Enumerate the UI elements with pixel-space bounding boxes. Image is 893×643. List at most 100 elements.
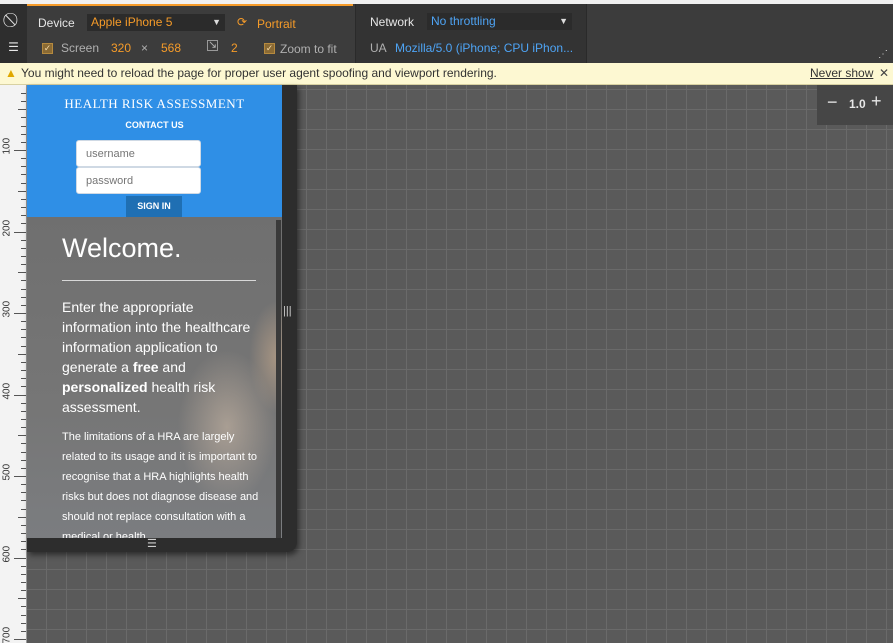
- screen-label: Screen: [61, 41, 100, 55]
- ruler-tick: [21, 573, 26, 575]
- page-header: HEALTH RISK ASSESSMENT CONTACT US SIGN I…: [27, 85, 282, 217]
- ruler-tick: [21, 484, 26, 486]
- zoom-control: − 1.0 +: [817, 85, 893, 125]
- zoom-in-button[interactable]: +: [871, 92, 882, 110]
- ruler-tick: [21, 492, 26, 494]
- ruler-tick: [21, 198, 26, 200]
- ruler-tick: [21, 443, 26, 445]
- chevron-down-icon: ▼: [212, 17, 221, 27]
- page-scrollbar[interactable]: [276, 220, 281, 538]
- ruler-tick: [21, 304, 26, 306]
- ruler-tick: [18, 272, 26, 274]
- zoom-out-button[interactable]: −: [827, 93, 838, 111]
- ruler-tick: [21, 101, 26, 103]
- ruler-tick: [21, 549, 26, 551]
- ruler-label: 700: [1, 626, 13, 643]
- screen-times: ×: [141, 41, 149, 55]
- ruler-tick: [21, 410, 26, 412]
- zoom-to-fit-label: Zoom to fit: [280, 42, 337, 56]
- ruler-tick: [21, 581, 26, 583]
- ruler-tick: [21, 125, 26, 127]
- ruler-tick: [21, 158, 26, 160]
- ruler-tick: [21, 524, 26, 526]
- ruler-tick: [14, 557, 26, 559]
- sign-in-button[interactable]: SIGN IN: [126, 196, 182, 217]
- ruler-tick: [21, 622, 26, 624]
- network-select-value: No throttling: [431, 14, 496, 28]
- contact-us-link[interactable]: CONTACT US: [27, 120, 282, 130]
- zoom-to-fit-checkbox[interactable]: ✓: [264, 43, 275, 54]
- ruler-tick: [21, 92, 26, 94]
- ruler-tick: [21, 418, 26, 420]
- ruler-label: 100: [1, 137, 13, 155]
- ruler-tick: [21, 280, 26, 282]
- ruler-tick: [21, 133, 26, 135]
- ruler-tick: [21, 451, 26, 453]
- screen-width-input[interactable]: 320: [111, 41, 131, 55]
- ruler-tick: [14, 313, 26, 314]
- ruler-tick: [21, 565, 26, 567]
- ruler-tick: [21, 223, 26, 225]
- resize-handle-right[interactable]: |||: [283, 305, 292, 317]
- ruler-tick: [18, 598, 26, 600]
- ruler-tick: [21, 606, 26, 608]
- screen-checkbox[interactable]: ✓: [42, 43, 53, 54]
- screen-height-input[interactable]: 568: [161, 41, 181, 55]
- limitations-paragraph: The limitations of a HRA are largely rel…: [62, 431, 259, 538]
- ruler-tick: [21, 345, 26, 347]
- lead-personalized: personalized: [62, 379, 148, 395]
- resize-handle-bottom[interactable]: ☰: [147, 537, 157, 550]
- lead-text-2: and: [158, 359, 186, 375]
- ruler-tick: [21, 329, 26, 331]
- ruler-tick: [21, 321, 26, 323]
- ruler-tick: [21, 427, 26, 429]
- network-select[interactable]: No throttling ▼: [427, 13, 572, 30]
- ruler-tick: [21, 182, 26, 184]
- ruler-tick: [18, 516, 26, 518]
- ruler-tick: [21, 239, 26, 241]
- ruler-tick: [21, 402, 26, 404]
- ruler-tick: [21, 141, 26, 143]
- ruler-tick: [21, 166, 26, 168]
- username-input[interactable]: [76, 140, 201, 167]
- disable-emulation-icon[interactable]: ⃠: [6, 12, 21, 27]
- ruler-tick: [14, 639, 26, 640]
- never-show-link[interactable]: Never show: [810, 63, 873, 84]
- user-agent-input[interactable]: Mozilla/5.0 (iPhone; CPU iPhon...: [395, 41, 573, 55]
- ruler-tick: [21, 590, 26, 592]
- ruler-tick: [21, 288, 26, 290]
- ruler-tick: [14, 150, 26, 151]
- dpr-input[interactable]: 2: [231, 41, 238, 55]
- ruler-tick: [21, 174, 26, 176]
- ruler-label: 400: [1, 382, 13, 399]
- chevron-down-icon: ▼: [559, 16, 568, 26]
- ruler-tick: [21, 247, 26, 249]
- ua-label: UA: [370, 41, 387, 55]
- toolbar-left-column: ⃠ ☰: [0, 4, 27, 63]
- close-icon[interactable]: ✕: [879, 63, 889, 84]
- orientation-button[interactable]: Portrait: [257, 17, 296, 31]
- password-input[interactable]: [76, 167, 201, 194]
- ruler-tick: [14, 231, 26, 233]
- device-section: Device Apple iPhone 5 ▼ ⟳ Portrait ✓ Scr…: [27, 4, 353, 63]
- more-dots-icon[interactable]: ⋰: [878, 49, 889, 60]
- welcome-heading: Welcome.: [62, 233, 182, 263]
- ruler-tick: [21, 614, 26, 616]
- network-label: Network: [370, 15, 415, 29]
- media-queries-icon[interactable]: ☰: [6, 40, 21, 55]
- ruler-label: 200: [1, 219, 13, 236]
- rotate-icon[interactable]: ⟳: [237, 15, 247, 29]
- ruler-tick: [21, 386, 26, 388]
- device-pixel-ratio-icon: ↘: [207, 39, 218, 51]
- ruler-tick: [21, 630, 26, 632]
- ruler-tick: [21, 361, 26, 363]
- ruler-tick: [21, 337, 26, 339]
- ruler-tick: [21, 296, 26, 298]
- ruler-tick: [21, 117, 26, 119]
- ruler-label: 600: [1, 545, 13, 562]
- device-select[interactable]: Apple iPhone 5 ▼: [87, 14, 225, 31]
- ruler-tick: [21, 264, 26, 266]
- ruler-tick: [14, 394, 26, 396]
- ruler-tick: [21, 467, 26, 469]
- ruler-tick: [21, 215, 26, 217]
